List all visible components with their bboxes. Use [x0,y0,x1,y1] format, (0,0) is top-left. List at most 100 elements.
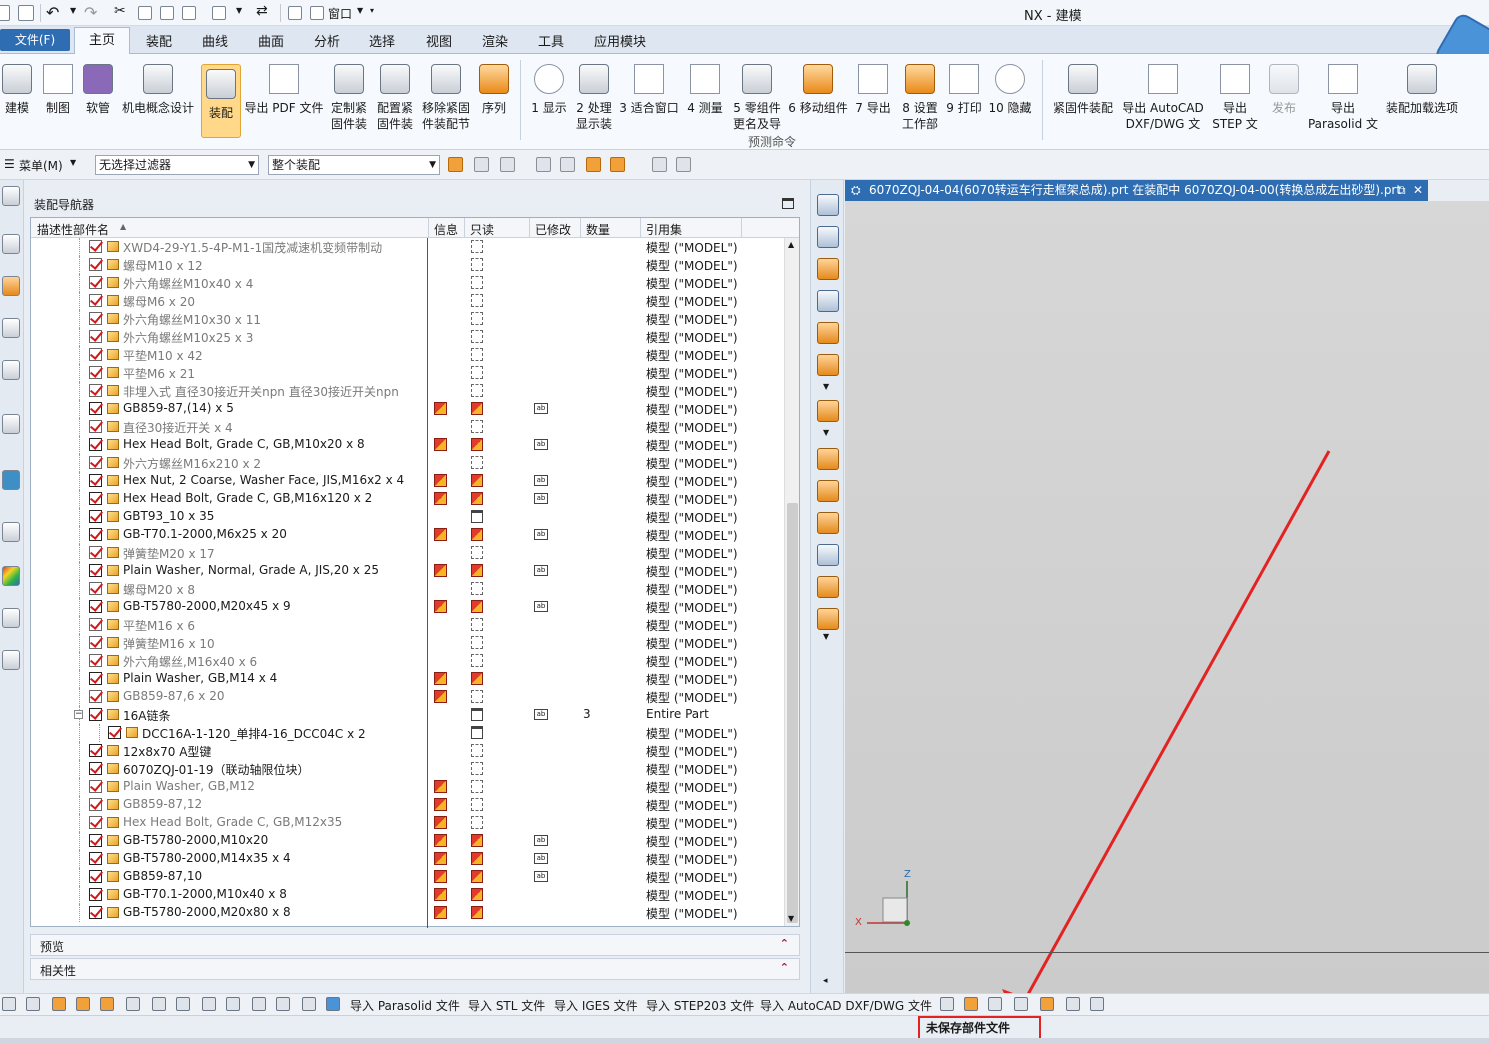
import-step-button[interactable]: 导入 STEP203 文件 [646,997,754,1014]
visibility-checkbox[interactable] [89,546,102,559]
clearance-icon[interactable] [276,997,290,1011]
info-icon[interactable] [434,780,447,793]
reference-set-value[interactable]: 模型 ("MODEL") [646,437,738,454]
visibility-checkbox[interactable] [89,690,102,703]
window-icon[interactable] [310,6,324,20]
info-icon[interactable] [434,690,447,703]
tree-row[interactable]: 平垫M6 x 21 模型 ("MODEL") [31,364,786,382]
component-name[interactable]: 弹簧垫M16 x 10 [123,635,215,652]
reference-set-value[interactable]: 模型 ("MODEL") [646,869,738,886]
popout-icon[interactable]: ⧉ [1397,180,1406,201]
visibility-checkbox[interactable] [89,636,102,649]
undo-icon[interactable]: ↶ [46,3,59,22]
component-name[interactable]: 螺母M10 x 12 [123,257,203,274]
info-icon[interactable] [434,870,447,883]
tree-row[interactable]: 非埋入式 直径30接近开关npn 直径30接近开关npn 模型 ("MODEL") [31,382,786,400]
show-button[interactable]: 1 显示 [528,60,570,116]
dependency-section[interactable]: 相关性 ⌃ [30,958,800,980]
reference-set-value[interactable]: 模型 ("MODEL") [646,455,738,472]
visibility-checkbox[interactable] [89,474,102,487]
tab-analysis[interactable]: 分析 [314,31,340,50]
reference-set-value[interactable]: 模型 ("MODEL") [646,671,738,688]
assembly-navigator-icon[interactable] [2,276,20,296]
clipping-icon[interactable] [817,608,839,630]
reference-set-value[interactable]: 模型 ("MODEL") [646,797,738,814]
tree-row[interactable]: 螺母M6 x 20 模型 ("MODEL") [31,292,786,310]
visibility-checkbox[interactable] [89,294,102,307]
collapse-icon[interactable]: ⌃ [780,937,789,950]
tree-row[interactable]: GB859-87,6 x 20 模型 ("MODEL") [31,688,786,706]
info-icon[interactable] [434,834,447,847]
visibility-checkbox[interactable] [89,438,102,451]
add-filter-icon[interactable] [610,157,625,172]
move-component-button[interactable]: 6 移动组件 [786,60,850,116]
tree-row[interactable]: GB-T5780-2000,M10x20 ab 模型 ("MODEL") [31,832,786,850]
reference-set-value[interactable]: 模型 ("MODEL") [646,779,738,796]
info-icon[interactable] [434,600,447,613]
fit-window-button[interactable]: 3 适合窗口 [618,60,680,116]
chevron-down-icon[interactable]: ▼ [823,382,829,391]
reuse-library-icon[interactable] [2,360,20,380]
visibility-checkbox[interactable] [89,798,102,811]
redo-icon[interactable]: ↷ [84,3,97,22]
info-icon[interactable] [434,528,447,541]
visibility-checkbox[interactable] [89,888,102,901]
tab-selection[interactable]: 选择 [369,31,395,50]
visibility-checkbox[interactable] [89,402,102,415]
collapse-node-icon[interactable]: − [74,710,83,719]
show-only-icon[interactable] [1040,997,1054,1011]
fit-view-icon[interactable] [817,194,839,216]
tree-row[interactable]: − 16A链条 ab 3 Entire Part [31,706,786,724]
publish-button[interactable]: 发布 [1264,60,1304,116]
reference-set-value[interactable]: 模型 ("MODEL") [646,761,738,778]
info-icon[interactable] [434,852,447,865]
scroll-left-icon[interactable]: ◂ [823,976,828,986]
info-icon[interactable] [434,672,447,685]
reference-set-value[interactable]: 模型 ("MODEL") [646,833,738,850]
web-browser-icon[interactable] [2,470,20,490]
reference-set-value[interactable]: 模型 ("MODEL") [646,653,738,670]
tree-row[interactable]: GB-T70.1-2000,M6x25 x 20 ab 模型 ("MODEL") [31,526,786,544]
tree-row[interactable]: Plain Washer, GB,M14 x 4 模型 ("MODEL") [31,670,786,688]
component-name[interactable]: GB-T5780-2000,M20x45 x 9 [123,599,291,613]
component-name[interactable]: 外六角螺丝M10x40 x 4 [123,275,253,292]
wave-icon[interactable] [252,997,266,1011]
column-header-reference-set[interactable]: 引用集 [646,221,682,238]
visibility-checkbox[interactable] [89,384,102,397]
mirror-icon[interactable] [202,997,216,1011]
tree-row[interactable]: 外六方螺丝M16x210 x 2 模型 ("MODEL") [31,454,786,472]
tab-home[interactable]: 主页 [74,27,130,55]
tree-row[interactable]: GB859-87,12 模型 ("MODEL") [31,796,786,814]
replace-icon[interactable] [226,997,240,1011]
mechatronics-button[interactable]: 机电概念设计 [120,60,196,116]
drafting-button[interactable]: 制图 [40,60,76,116]
repeat-dropdown-icon[interactable]: ▼ [236,6,242,15]
component-name[interactable]: Hex Head Bolt, Grade C, GB,M10x20 x 8 [123,437,365,451]
reference-set-value[interactable]: 模型 ("MODEL") [646,311,738,328]
app-icon[interactable] [0,5,10,21]
reference-set-value[interactable]: 模型 ("MODEL") [646,239,738,256]
info-icon[interactable] [434,888,447,901]
tree-row[interactable]: XWD4-29-Y1.5-4P-M1-1国茂减速机变频带制动 模型 ("MODEL… [31,238,786,256]
export-step-button[interactable]: 导出 STEP 文 [1210,60,1260,132]
visibility-checkbox[interactable] [89,744,102,757]
component-name[interactable]: 平垫M6 x 21 [123,365,195,382]
info-icon[interactable] [434,492,447,505]
column-header-info[interactable]: 信息 [434,221,458,238]
tree-row[interactable]: GB-T5780-2000,M20x80 x 8 模型 ("MODEL") [31,904,786,922]
tree-row[interactable]: 外六角螺丝,M16x40 x 6 模型 ("MODEL") [31,652,786,670]
settings-icon[interactable] [940,997,954,1011]
partially-shaded-icon[interactable] [817,544,839,566]
visibility-checkbox[interactable] [89,582,102,595]
modeling-button[interactable]: 建模 [0,60,34,116]
array-icon[interactable] [176,997,190,1011]
visibility-checkbox[interactable] [89,420,102,433]
assembly-button[interactable]: 装配 [201,64,241,138]
roles-icon[interactable] [2,650,20,670]
column-header-name[interactable]: 描述性部件名 [37,221,109,238]
export-button[interactable]: 7 导出 [852,60,894,116]
menu-button[interactable]: 菜单(M) [19,157,63,174]
show-icon[interactable] [1014,997,1028,1011]
tab-curve[interactable]: 曲线 [202,31,228,50]
component-name[interactable]: Plain Washer, GB,M14 x 4 [123,671,277,685]
